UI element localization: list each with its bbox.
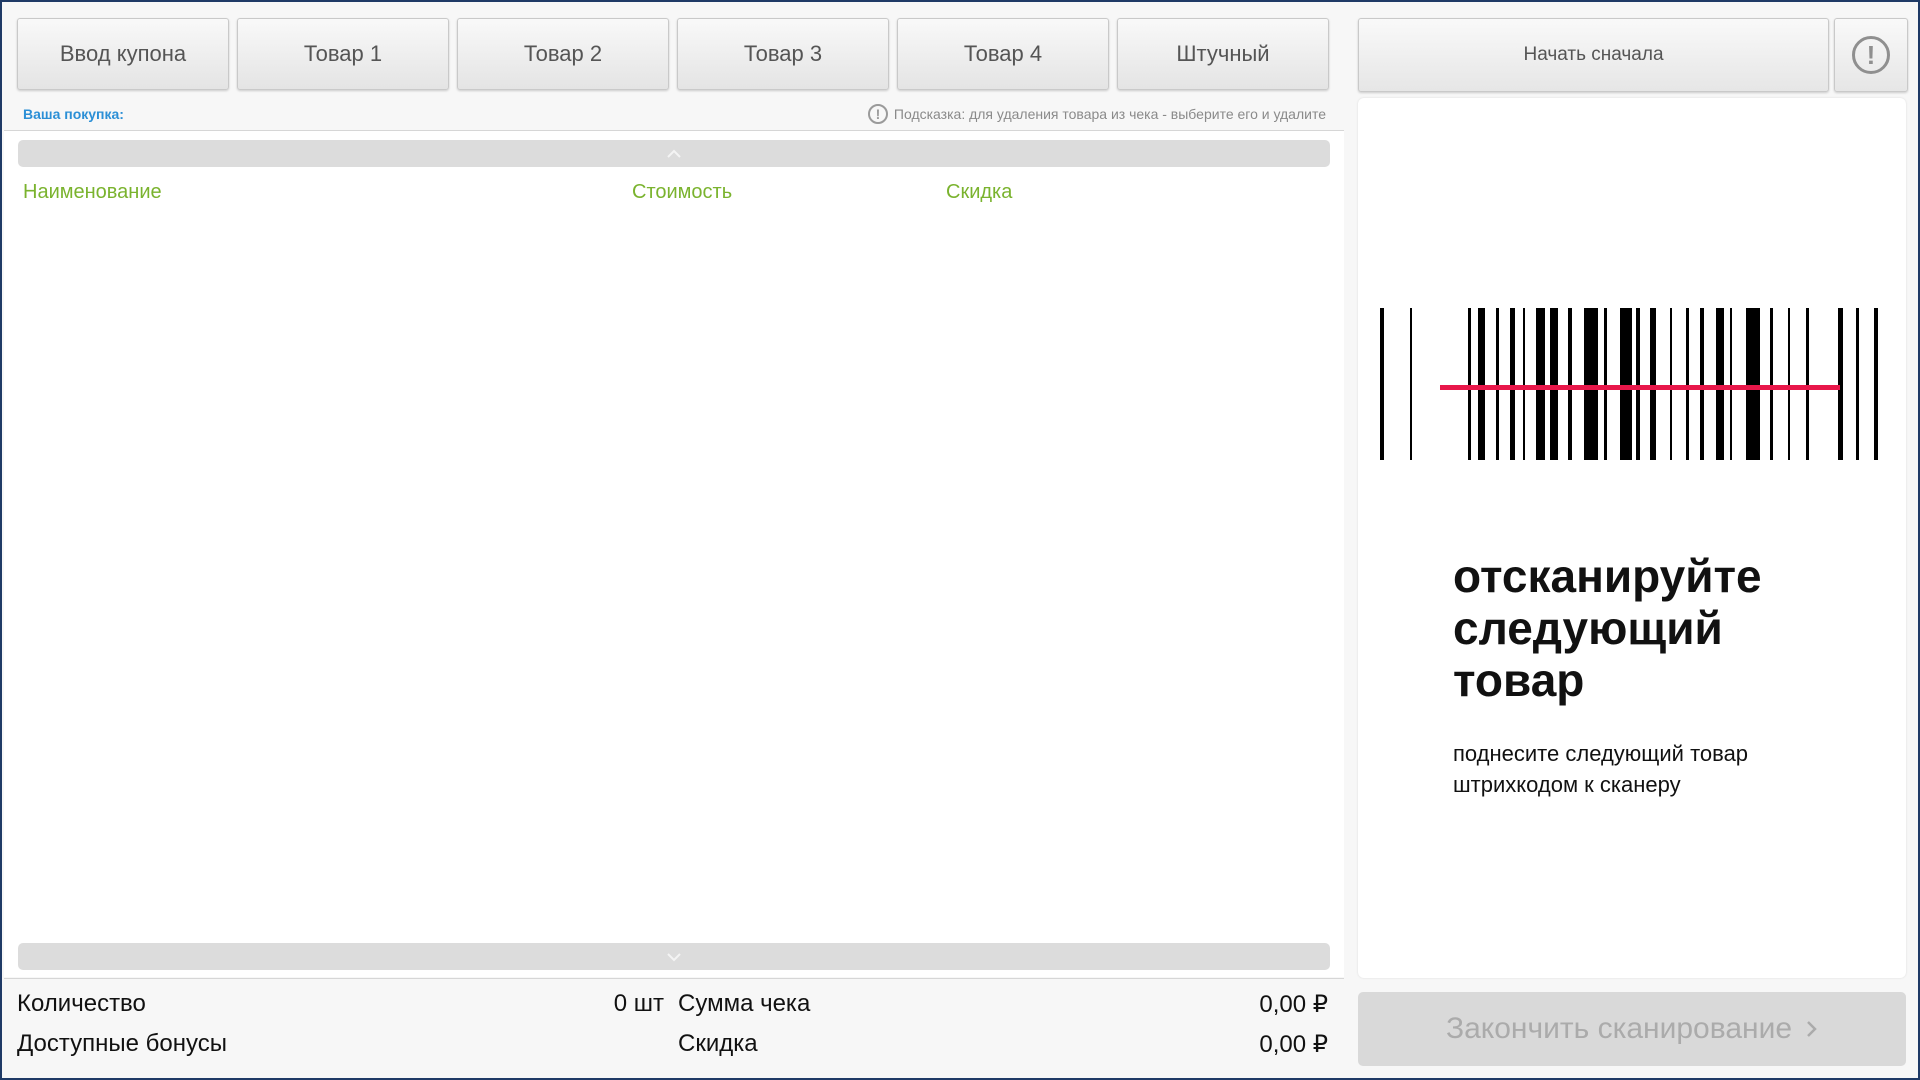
chevron-up-icon — [667, 149, 681, 158]
quantity-value: 0 шт — [613, 990, 664, 1017]
scan-subtitle: поднесите следующий товар штрихкодом к с… — [1453, 741, 1749, 797]
finish-scanning-button[interactable]: Закончить сканирование — [1358, 992, 1906, 1066]
divider — [4, 978, 1344, 979]
product-2-button[interactable]: Товар 2 — [457, 18, 669, 90]
barcode-scan-icon — [1380, 308, 1878, 460]
exclamation-circle-icon: ! — [1852, 36, 1890, 74]
quantity-label: Количество — [17, 990, 146, 1017]
chevron-right-icon — [1807, 1021, 1817, 1037]
scan-title: отсканируйте следующий товар — [1453, 550, 1762, 706]
hint-text: Подсказка: для удаления товара из чека -… — [893, 106, 1326, 122]
purchase-label: Ваша покупка: — [23, 106, 124, 122]
scroll-up-button[interactable] — [18, 140, 1330, 167]
restart-button[interactable]: Начать сначала — [1358, 18, 1829, 92]
product-3-button[interactable]: Товар 3 — [677, 18, 889, 90]
receipt-list: Наименование Стоимость Скидка — [4, 131, 1344, 977]
sum-value: 0,00 ₽ — [1259, 991, 1328, 1018]
finish-scanning-label: Закончить сканирование — [1445, 1012, 1793, 1045]
discount-value: 0,00 ₽ — [1259, 1031, 1328, 1058]
sum-label: Сумма чека — [678, 990, 811, 1017]
product-1-button[interactable]: Товар 1 — [237, 18, 449, 90]
bonuses-label: Доступные бонусы — [17, 1030, 227, 1057]
top-button-bar: Ввод купона Товар 1 Товар 2 Товар 3 Това… — [17, 18, 1329, 90]
alert-button[interactable]: ! — [1834, 18, 1908, 92]
hint: ! Подсказка: для удаления товара из чека… — [867, 104, 1326, 124]
coupon-button[interactable]: Ввод купона — [17, 18, 229, 90]
scroll-down-button[interactable] — [18, 943, 1330, 970]
piece-goods-button[interactable]: Штучный — [1117, 18, 1329, 90]
product-4-button[interactable]: Товар 4 — [897, 18, 1109, 90]
column-name: Наименование — [23, 181, 162, 203]
exclamation-circle-icon: ! — [867, 104, 888, 124]
chevron-down-icon — [667, 952, 681, 961]
column-price: Стоимость — [632, 181, 733, 203]
discount-label: Скидка — [678, 1030, 758, 1057]
scan-instruction-panel: отсканируйте следующий товар поднесите с… — [1358, 98, 1906, 978]
column-discount: Скидка — [946, 181, 1013, 203]
app-window: Ввод купона Товар 1 Товар 2 Товар 3 Това… — [0, 0, 1920, 1080]
